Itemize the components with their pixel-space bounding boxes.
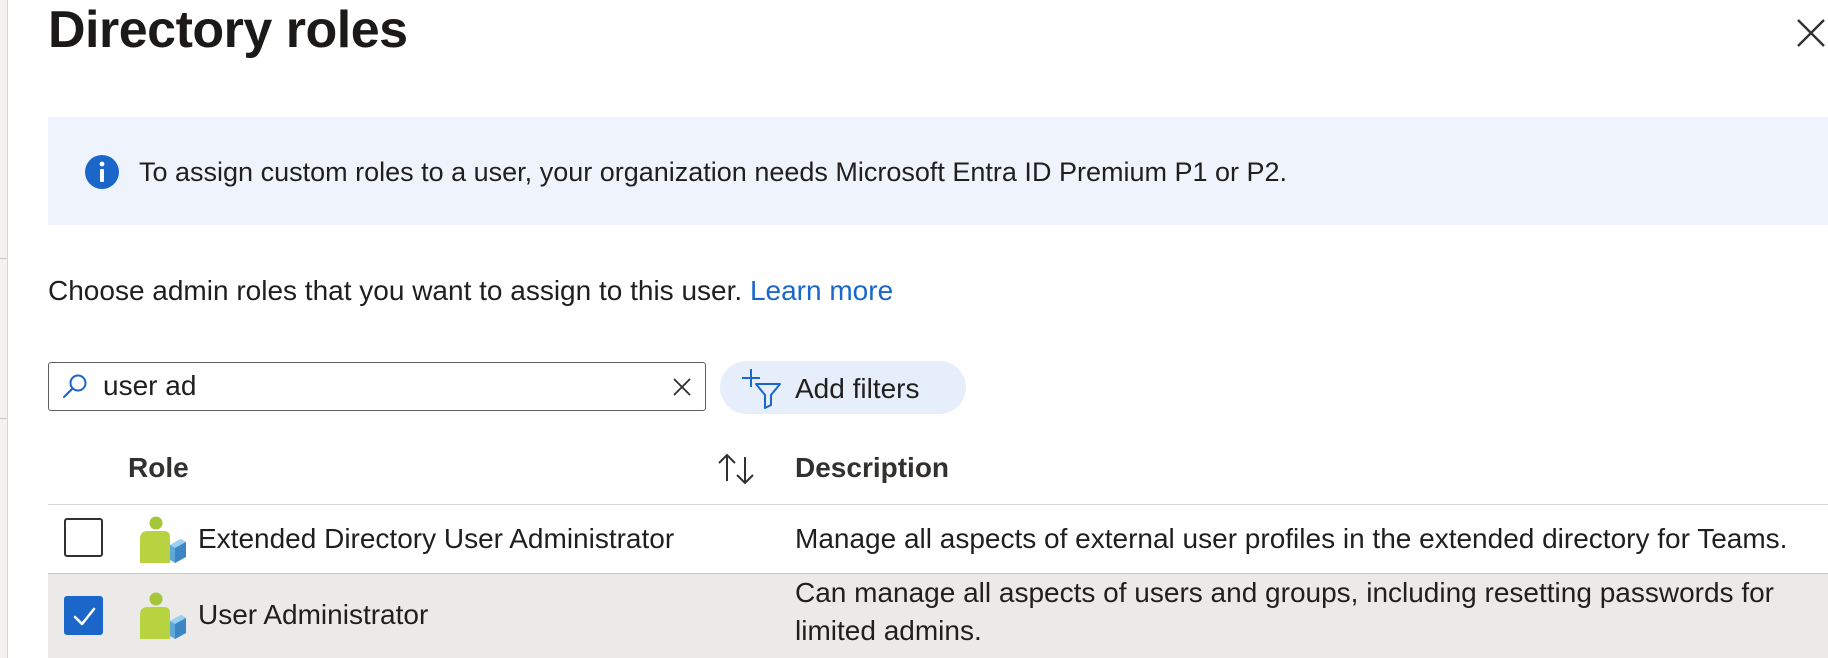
- column-header-role: Role: [128, 452, 189, 483]
- add-filters-button[interactable]: Add filters: [720, 361, 966, 414]
- info-icon: [85, 155, 119, 189]
- clear-search-icon[interactable]: [671, 376, 693, 398]
- role-description: Can manage all aspects of users and grou…: [795, 577, 1774, 646]
- checkmark-icon: [73, 607, 96, 626]
- table-row-selected[interactable]: User Administrator Can manage all aspect…: [48, 574, 1828, 658]
- sort-arrows-icon[interactable]: [716, 451, 756, 487]
- table-row[interactable]: Extended Directory User Administrator Ma…: [48, 505, 1828, 573]
- page-title: Directory roles: [48, 1, 408, 59]
- close-icon: [1797, 19, 1825, 47]
- search-input[interactable]: [103, 369, 643, 403]
- add-filter-icon: [742, 369, 781, 409]
- intro-sentence: Choose admin roles that you want to assi…: [48, 275, 743, 306]
- info-banner-text: To assign custom roles to a user, your o…: [139, 157, 1288, 187]
- intro-text: Choose admin roles that you want to assi…: [48, 275, 893, 307]
- role-user-icon: [140, 592, 186, 639]
- search-box[interactable]: [48, 362, 706, 411]
- role-name[interactable]: User Administrator: [198, 599, 428, 631]
- close-button[interactable]: [1790, 10, 1828, 50]
- row-checkbox-checked[interactable]: [64, 596, 103, 635]
- role-description: Manage all aspects of external user prof…: [795, 523, 1788, 554]
- role-user-icon: [140, 516, 186, 563]
- search-icon: [62, 374, 87, 399]
- background-page-edge: [0, 0, 8, 658]
- add-filters-label: Add filters: [795, 373, 920, 404]
- learn-more-link[interactable]: Learn more: [750, 275, 893, 306]
- row-checkbox[interactable]: [64, 518, 103, 557]
- info-banner: To assign custom roles to a user, your o…: [48, 117, 1828, 225]
- column-header-description: Description: [795, 452, 950, 483]
- role-name[interactable]: Extended Directory User Administrator: [198, 523, 674, 555]
